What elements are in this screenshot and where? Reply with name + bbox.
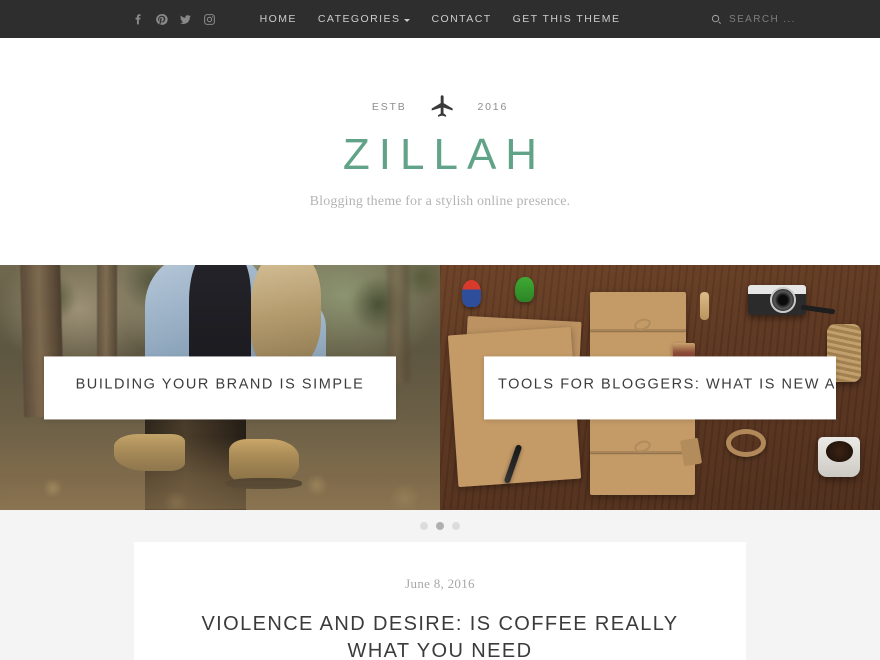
post-date: June 8, 2016 <box>405 576 475 591</box>
established-emblem: ESTB 2016 <box>372 93 508 120</box>
nav-item-home[interactable]: Home <box>260 13 297 25</box>
social-link-twitter[interactable] <box>179 13 192 26</box>
search-input[interactable] <box>729 13 834 25</box>
slider-dot[interactable] <box>420 522 428 530</box>
slide-title: Building your brand is simple <box>75 375 365 392</box>
site-masthead: ESTB 2016 ZILLAH Blogging theme for a st… <box>0 38 880 265</box>
nav-item-categories[interactable]: Categories <box>318 13 411 25</box>
nav-item-get-this-theme-label: Get this theme <box>512 13 621 25</box>
social-link-facebook[interactable] <box>131 13 144 26</box>
slider-pagination <box>0 522 880 530</box>
social-links <box>131 13 216 26</box>
established-label-left: ESTB <box>371 100 407 113</box>
facebook-icon <box>135 13 141 24</box>
post-title[interactable]: Violence and Desire: Is Coffee Really Wh… <box>182 611 698 660</box>
site-tagline: Blogging theme for a stylish online pres… <box>309 194 571 209</box>
slide-item[interactable]: Building your brand is simple <box>0 265 440 510</box>
post-card: June 8, 2016 Violence and Desire: Is Cof… <box>134 542 746 660</box>
slide-caption[interactable]: Tools for bloggers: what is new arou <box>484 355 836 420</box>
established-label-right: 2016 <box>477 100 509 113</box>
post-list: June 8, 2016 Violence and Desire: Is Cof… <box>0 510 880 660</box>
slide-item[interactable]: Tools for bloggers: what is new arou <box>440 265 880 510</box>
slider-dot-active[interactable] <box>436 522 444 530</box>
chevron-down-icon <box>404 18 411 22</box>
search-box[interactable] <box>711 13 834 25</box>
search-icon[interactable] <box>711 14 722 25</box>
featured-slider: Building your brand is simple <box>0 265 880 530</box>
site-title[interactable]: ZILLAH <box>334 133 546 177</box>
social-link-pinterest[interactable] <box>155 13 168 26</box>
top-navigation-bar: Home Categories Contact Get this theme <box>0 0 880 38</box>
slide-title: Tools for bloggers: what is new arou <box>498 375 836 392</box>
nav-item-contact-label: Contact <box>431 13 492 25</box>
pinterest-icon <box>156 13 168 25</box>
social-link-instagram[interactable] <box>203 13 216 26</box>
nav-item-categories-label: Categories <box>317 13 401 25</box>
nav-item-get-this-theme[interactable]: Get this theme <box>513 13 621 25</box>
instagram-icon <box>204 13 215 25</box>
twitter-icon <box>180 14 191 24</box>
nav-item-contact[interactable]: Contact <box>431 13 491 25</box>
nav-item-home-label: Home <box>259 13 297 25</box>
slider-dot[interactable] <box>452 522 460 530</box>
slide-caption[interactable]: Building your brand is simple <box>44 355 396 420</box>
airplane-icon <box>431 95 453 117</box>
